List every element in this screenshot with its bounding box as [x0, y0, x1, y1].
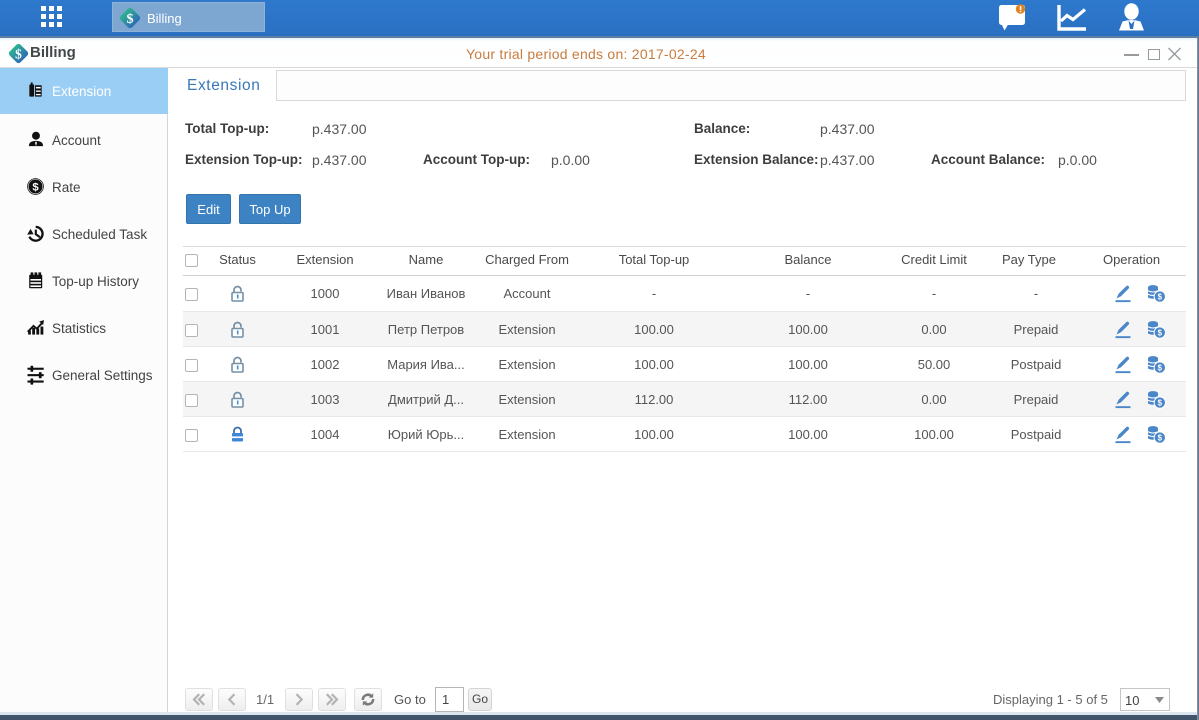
svg-text:$: $ — [1158, 433, 1163, 442]
svg-text:$: $ — [1158, 398, 1163, 407]
svg-text:$: $ — [1158, 328, 1163, 337]
svg-text:$: $ — [32, 182, 39, 194]
svg-text:$: $ — [15, 46, 22, 61]
svg-text:$: $ — [1158, 363, 1163, 372]
svg-text:$: $ — [127, 12, 134, 27]
svg-text:$: $ — [1158, 292, 1163, 301]
